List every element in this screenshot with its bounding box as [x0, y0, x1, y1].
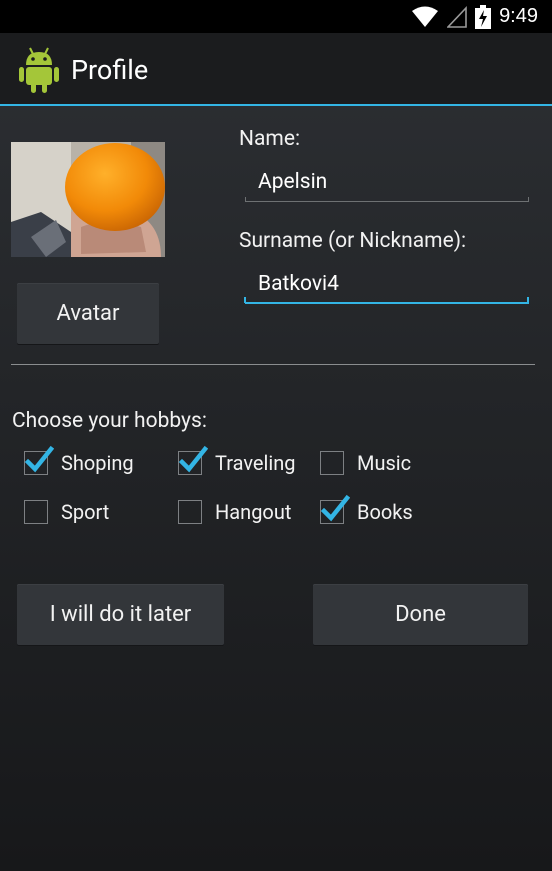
hobbies-label: Choose your hobbys:	[12, 409, 207, 433]
checkbox-box[interactable]	[178, 500, 202, 524]
surname-field[interactable]: Batkovi4	[258, 272, 339, 296]
hobby-label-traveling: Traveling	[215, 451, 296, 475]
android-icon[interactable]	[18, 46, 60, 94]
wifi-icon	[412, 6, 439, 27]
surname-label: Surname (or Nickname):	[239, 229, 467, 253]
checkmark-icon	[320, 494, 350, 522]
hobby-label-hangout: Hangout	[215, 500, 292, 524]
status-time: 9:49	[499, 5, 538, 27]
do-it-later-button[interactable]: I will do it later	[17, 584, 224, 645]
avatar-image	[11, 142, 165, 257]
checkmark-icon	[178, 445, 208, 473]
surname-field-underline	[245, 302, 529, 304]
checkbox-box[interactable]	[24, 500, 48, 524]
hobby-label-books: Books	[357, 500, 413, 524]
checkmark-icon	[24, 445, 54, 473]
avatar-button[interactable]: Avatar	[17, 283, 159, 344]
section-divider	[11, 364, 535, 365]
name-field[interactable]: Apelsin	[258, 170, 327, 194]
battery-charging-icon	[475, 4, 492, 29]
surname-field-right-tick	[527, 297, 529, 303]
name-field-underline	[245, 201, 529, 202]
signal-icon	[447, 5, 467, 28]
hobby-label-shoping: Shoping	[61, 451, 134, 475]
name-field-right-tick	[528, 197, 529, 202]
page-title: Profile	[71, 54, 149, 86]
hobby-label-music: Music	[357, 451, 412, 475]
status-bar: 9:49	[0, 0, 552, 33]
hobby-label-sport: Sport	[61, 500, 110, 524]
action-bar-divider	[0, 104, 552, 106]
name-field-left-tick	[245, 197, 246, 202]
name-label: Name:	[239, 127, 301, 151]
surname-field-left-tick	[244, 297, 246, 303]
done-button[interactable]: Done	[313, 584, 528, 645]
status-icons: 9:49	[411, 4, 538, 29]
checkbox-box[interactable]	[320, 451, 344, 475]
